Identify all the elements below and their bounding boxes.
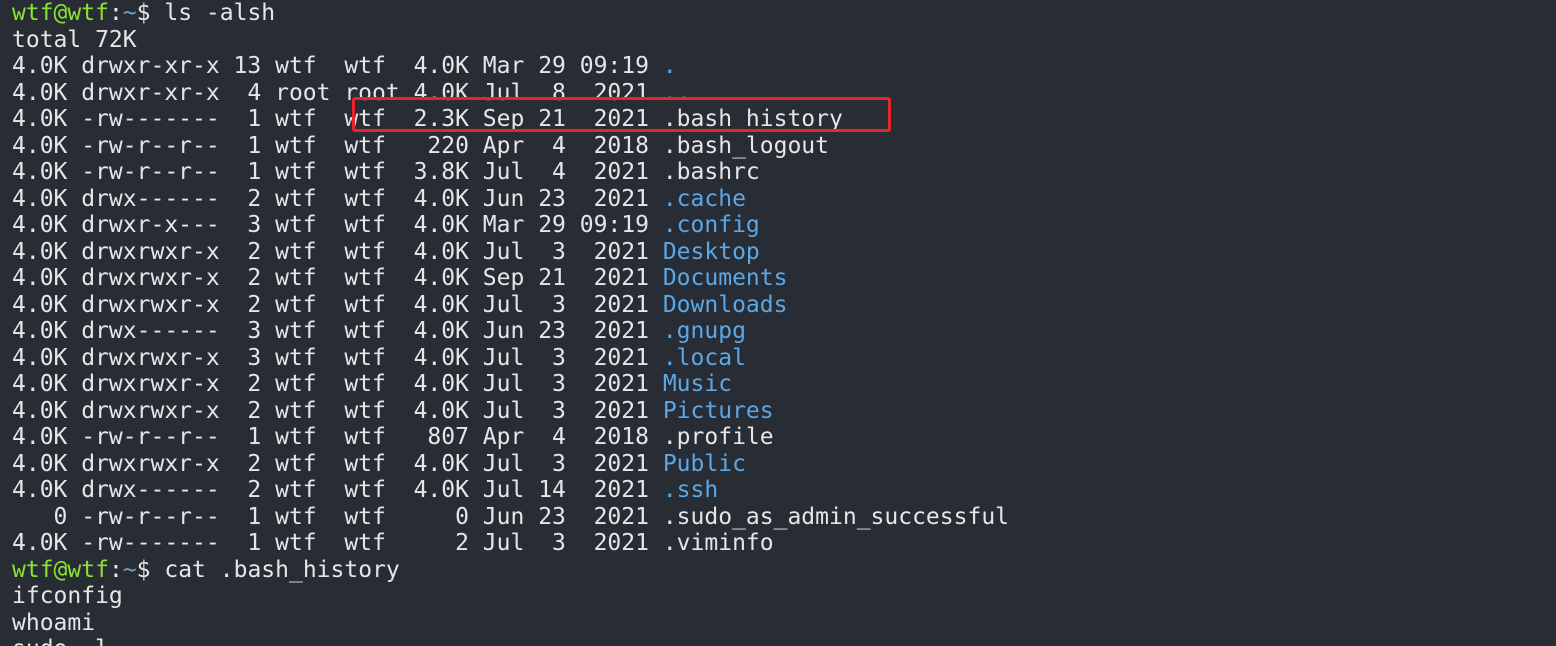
ls-row: 4.0K drwxrwxr-x 2 wtf wtf 4.0K Jul 3 202… xyxy=(12,292,1009,319)
ls-row: 0 -rw-r--r-- 1 wtf wtf 0 Jun 23 2021 .su… xyxy=(12,504,1009,531)
ls-row-meta: 4.0K drwx------ 2 wtf wtf 4.0K Jul 14 20… xyxy=(12,477,663,503)
ls-row: 4.0K drwx------ 2 wtf wtf 4.0K Jul 14 20… xyxy=(12,477,1009,504)
ls-row: 4.0K drwxrwxr-x 2 wtf wtf 4.0K Jul 3 202… xyxy=(12,451,1009,478)
directory-name: Documents xyxy=(662,265,788,291)
ls-row: 4.0K drwxrwxr-x 3 wtf wtf 4.0K Jul 3 202… xyxy=(12,345,1009,372)
prompt-separator: : xyxy=(108,556,123,583)
ls-row: 4.0K -rw-r--r-- 1 wtf wtf 220 Apr 4 2018… xyxy=(12,133,1009,160)
ls-row: 4.0K drwxr-x--- 3 wtf wtf 4.0K Mar 29 09… xyxy=(12,212,1009,239)
ls-row-meta: 4.0K -rw-r--r-- 1 wtf wtf 220 Apr 4 2018 xyxy=(12,132,663,159)
prompt-user-host: wtf@wtf xyxy=(12,0,109,26)
file-name: .bash_logout xyxy=(662,132,829,159)
terminal-window[interactable]: wtf@wtf:~$ ls -alsh total 72K 4.0K drwxr-x… xyxy=(0,0,1556,646)
directory-name: . xyxy=(662,53,677,79)
directory-name: .ssh xyxy=(662,477,719,503)
directory-name: .cache xyxy=(662,185,746,212)
prompt-line-2: wtf@wtf:~$ cat .bash_history xyxy=(12,557,1009,584)
file-name: .viminfo xyxy=(662,530,774,556)
ls-row-meta: 0 -rw-r--r-- 1 wtf wtf 0 Jun 23 2021 xyxy=(12,503,663,530)
prompt-symbol: $ xyxy=(136,556,165,583)
ls-row-meta: 4.0K drwxrwxr-x 2 wtf wtf 4.0K Sep 21 20… xyxy=(12,265,663,291)
ls-row: 4.0K drwxrwxr-x 2 wtf wtf 4.0K Jul 3 202… xyxy=(12,398,1009,425)
prompt-line-1: wtf@wtf:~$ ls -alsh xyxy=(12,0,1009,27)
directory-name: Pictures xyxy=(662,397,774,424)
ls-row-meta: 4.0K drwxrwxr-x 2 wtf wtf 4.0K Jul 3 202… xyxy=(12,238,663,265)
file-name: .sudo_as_admin_successful xyxy=(662,503,1010,530)
ls-row: 4.0K drwxrwxr-x 2 wtf wtf 4.0K Sep 21 20… xyxy=(12,265,1009,292)
ls-row: 4.0K drwx------ 3 wtf wtf 4.0K Jun 23 20… xyxy=(12,318,1009,345)
file-name: .bashrc xyxy=(662,159,760,185)
ls-row: 4.0K -rw-r--r-- 1 wtf wtf 3.8K Jul 4 202… xyxy=(12,159,1009,186)
ls-row-meta: 4.0K drwxrwxr-x 2 wtf wtf 4.0K Jul 3 202… xyxy=(12,371,663,397)
ls-row-meta: 4.0K drwxr-x--- 3 wtf wtf 4.0K Mar 29 09… xyxy=(12,212,663,238)
history-line: whoami xyxy=(12,609,96,636)
command-text: cat .bash_history xyxy=(164,556,400,583)
directory-name: Desktop xyxy=(662,238,760,265)
history-line: ifconfig xyxy=(12,583,123,609)
ls-row: 4.0K drwx------ 2 wtf wtf 4.0K Jun 23 20… xyxy=(12,186,1009,213)
prompt-user-host: wtf@wtf xyxy=(12,556,109,583)
directory-name: Public xyxy=(662,450,746,477)
prompt-symbol: $ xyxy=(136,0,165,26)
prompt-path: ~ xyxy=(122,556,137,583)
total-line: total 72K xyxy=(12,26,137,53)
directory-name: Downloads xyxy=(662,291,788,318)
ls-row-meta: 4.0K drwxrwxr-x 2 wtf wtf 4.0K Jul 3 202… xyxy=(12,291,663,318)
ls-row-meta: 4.0K -rw-r--r-- 1 wtf wtf 807 Apr 4 2018 xyxy=(12,424,663,450)
ls-row: 4.0K drwxrwxr-x 2 wtf wtf 4.0K Jul 3 202… xyxy=(12,371,1009,398)
ls-row-meta: 4.0K drwx------ 2 wtf wtf 4.0K Jun 23 20… xyxy=(12,185,663,212)
prompt-separator: : xyxy=(108,0,123,26)
directory-name: .config xyxy=(662,212,760,238)
ls-row: 4.0K -rw-r--r-- 1 wtf wtf 807 Apr 4 2018… xyxy=(12,424,1009,451)
ls-row: 4.0K drwxrwxr-x 2 wtf wtf 4.0K Jul 3 202… xyxy=(12,239,1009,266)
history-line: sudo -l xyxy=(12,636,1009,646)
ls-row-meta: 4.0K drwx------ 3 wtf wtf 4.0K Jun 23 20… xyxy=(12,318,663,344)
directory-name: .local xyxy=(662,344,746,371)
ls-row-meta: 4.0K -rw------- 1 wtf wtf 2 Jul 3 2021 xyxy=(12,530,663,556)
prompt-path: ~ xyxy=(122,0,137,26)
directory-name: .gnupg xyxy=(662,318,746,344)
ls-row-meta: 4.0K drwxrwxr-x 2 wtf wtf 4.0K Jul 3 202… xyxy=(12,450,663,477)
highlight-annotation-box xyxy=(352,97,891,132)
ls-row-meta: 4.0K drwxr-xr-x 13 wtf wtf 4.0K Mar 29 0… xyxy=(12,53,663,79)
ls-row-meta: 4.0K drwxrwxr-x 3 wtf wtf 4.0K Jul 3 202… xyxy=(12,344,663,371)
directory-name: Music xyxy=(662,371,733,397)
file-name: .profile xyxy=(662,424,774,450)
history-output: ifconfigwhoamisudo -l xyxy=(12,583,1009,646)
command-text: ls -alsh xyxy=(164,0,276,26)
ls-row-meta: 4.0K -rw-r--r-- 1 wtf wtf 3.8K Jul 4 202… xyxy=(12,159,663,185)
ls-row-meta: 4.0K drwxrwxr-x 2 wtf wtf 4.0K Jul 3 202… xyxy=(12,397,663,424)
ls-row: 4.0K drwxr-xr-x 13 wtf wtf 4.0K Mar 29 0… xyxy=(12,53,1009,80)
ls-row: 4.0K -rw------- 1 wtf wtf 2 Jul 3 2021 .… xyxy=(12,530,1009,557)
